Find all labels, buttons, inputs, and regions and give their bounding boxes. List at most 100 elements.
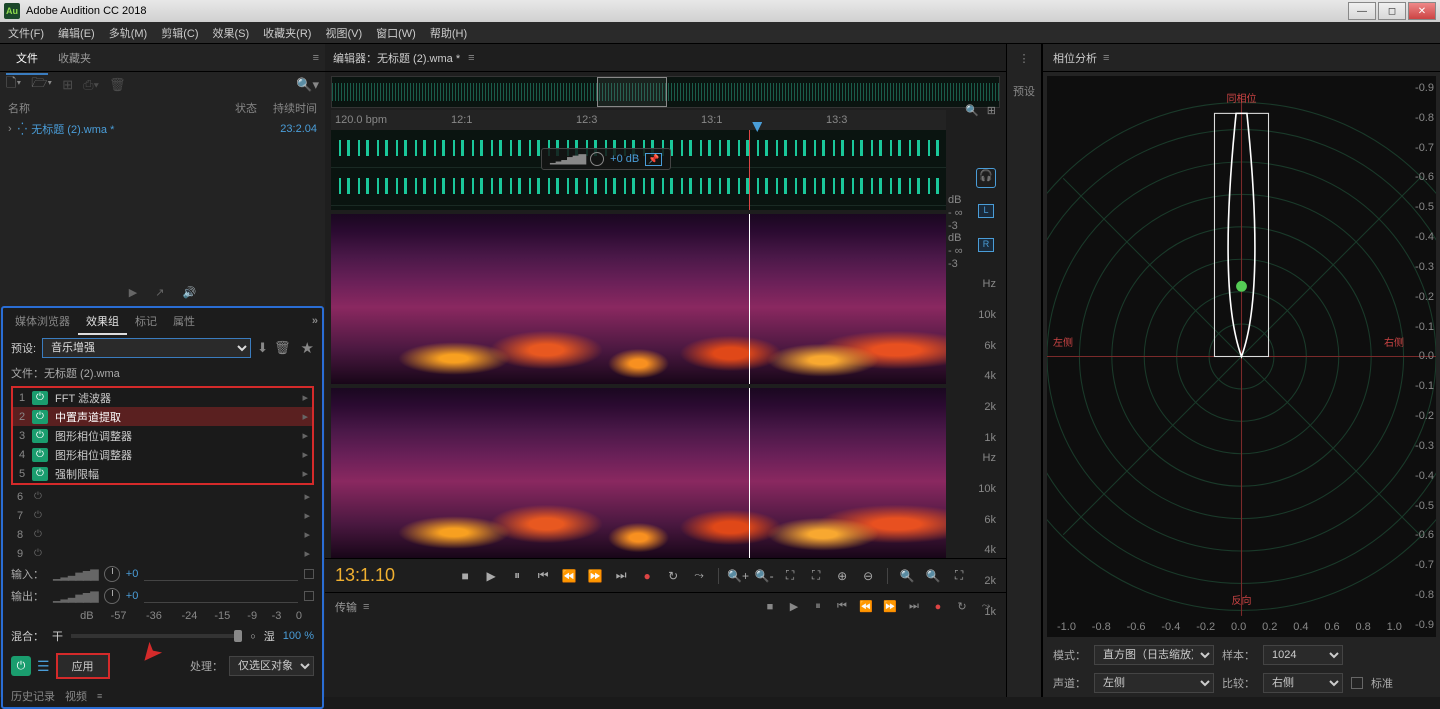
rewind-button[interactable]: ⏪	[558, 566, 580, 586]
fx-slot[interactable]: 5⏻强制限幅▸	[13, 464, 312, 483]
mode-select[interactable]: 直方图（日志缩放）	[1094, 645, 1214, 665]
minimize-button[interactable]: —	[1348, 2, 1376, 20]
zoom-out-point-icon[interactable]: ⊖	[857, 566, 879, 586]
menu-multitrack[interactable]: 多轨(M)	[109, 25, 148, 41]
strip-preset-label[interactable]: 预设	[1013, 83, 1035, 99]
skip-back-button[interactable]: ⏮	[532, 566, 554, 586]
power-icon[interactable]: ⏻	[30, 490, 46, 504]
output-value[interactable]: +0	[126, 590, 139, 602]
multitrack-icon[interactable]: ⊞	[62, 77, 73, 93]
col-name[interactable]: 名称	[8, 100, 197, 116]
close-button[interactable]: ✕	[1408, 2, 1436, 20]
standard-checkbox[interactable]	[1351, 677, 1363, 689]
menu-window[interactable]: 窗口(W)	[376, 25, 416, 41]
power-icon[interactable]: ⏻	[30, 547, 46, 561]
power-icon[interactable]: ⏻	[32, 429, 48, 443]
tab-favorites[interactable]: 收藏夹	[48, 46, 101, 70]
rack-list-icon[interactable]: ☰	[37, 658, 50, 675]
pin-icon[interactable]: 📌	[645, 153, 662, 166]
menu-clip[interactable]: 剪辑(C)	[161, 25, 198, 41]
zoom-v-out-icon[interactable]: 🔍	[922, 566, 944, 586]
col-duration[interactable]: 持续时间	[257, 100, 317, 116]
zoom-in-point-icon[interactable]: ⊕	[831, 566, 853, 586]
fx-slot-empty[interactable]: 7⏻▸	[11, 506, 314, 525]
timeline-ruler[interactable]: 120.0 bpm 12:1 12:3 13:1 13:3	[331, 110, 946, 130]
fx-slot-empty[interactable]: 9⏻▸	[11, 544, 314, 563]
forward-button[interactable]: ⏩	[584, 566, 606, 586]
delete-preset-icon[interactable]: 🗑	[274, 340, 291, 356]
zoom-tool-icon[interactable]: 🔍	[965, 104, 979, 117]
t-fwd[interactable]: ⏭	[904, 598, 924, 616]
t-ff[interactable]: ⏩	[880, 598, 900, 616]
menu-favorites[interactable]: 收藏夹(R)	[263, 25, 311, 41]
loop-icon[interactable]: 🔊	[182, 286, 196, 299]
stop-button[interactable]: ■	[454, 566, 476, 586]
clip-indicator[interactable]	[304, 569, 314, 579]
panel-menu-icon[interactable]: ≡	[313, 52, 319, 64]
volume-hud[interactable]: ▁▂▃▅▆▇ +0 dB 📌	[541, 148, 671, 170]
close-file-icon[interactable]: 🗑	[109, 77, 126, 93]
process-select[interactable]: 仅选区对象	[229, 656, 314, 676]
t-play[interactable]: ▶	[784, 598, 804, 616]
compare-select[interactable]: 右侧	[1263, 673, 1343, 693]
view-range-selector[interactable]	[597, 77, 667, 107]
menu-help[interactable]: 帮助(H)	[430, 25, 467, 41]
zoom-full-icon[interactable]: ⛶	[779, 566, 801, 586]
input-value[interactable]: +0	[126, 568, 139, 580]
fx-slot-empty[interactable]: 8⏻▸	[11, 525, 314, 544]
bpm-display[interactable]: 120.0 bpm	[335, 114, 387, 126]
power-icon[interactable]: ⏻	[32, 391, 48, 405]
right-channel-badge[interactable]: R	[978, 238, 994, 252]
menu-effects[interactable]: 效果(S)	[213, 25, 250, 41]
loop-button[interactable]: ↻	[662, 566, 684, 586]
zoom-out-icon[interactable]: 🔍-	[753, 566, 775, 586]
preset-select[interactable]: 音乐增强	[42, 338, 251, 358]
fx-slot[interactable]: 2⏻中置声道提取▸	[13, 407, 312, 426]
phase-menu-icon[interactable]: ≡	[1103, 52, 1109, 64]
export-icon[interactable]: ↗	[155, 286, 164, 299]
t-pause[interactable]: ⏸	[808, 598, 828, 616]
fx-slot[interactable]: 1⏻FFT 滤波器▸	[13, 388, 312, 407]
t-rw[interactable]: ⏪	[856, 598, 876, 616]
mix-slider[interactable]	[71, 634, 242, 638]
power-icon[interactable]: ⏻	[32, 410, 48, 424]
mix-percent[interactable]: 100 %	[283, 630, 314, 642]
view-toggle-icon[interactable]: ⊞	[987, 104, 996, 117]
play-button[interactable]: ▶	[480, 566, 502, 586]
waveform-display[interactable]: ▁▂▃▅▆▇ +0 dB 📌	[331, 130, 946, 210]
new-file-icon[interactable]: 🗋▾	[6, 74, 21, 96]
zoom-v-in-icon[interactable]: 🔍	[896, 566, 918, 586]
apply-button[interactable]: 应用	[56, 653, 110, 679]
search-icon[interactable]: 🔍▾	[296, 77, 319, 93]
editor-menu-icon[interactable]: ≡	[468, 52, 474, 64]
overview-waveform[interactable]	[331, 76, 1000, 108]
hud-db-value[interactable]: +0 dB	[610, 153, 639, 165]
sample-select[interactable]: 1024	[1263, 645, 1343, 665]
t-stop[interactable]: ■	[760, 598, 780, 616]
menu-edit[interactable]: 编辑(E)	[58, 25, 95, 41]
tab-files[interactable]: 文件	[6, 46, 48, 70]
file-row[interactable]: › ⁛ 无标题 (2).wma * 23:2.04	[0, 118, 325, 140]
col-status[interactable]: 状态	[197, 100, 257, 116]
hud-knob[interactable]	[590, 152, 604, 166]
open-file-icon[interactable]: 🗁▾	[31, 74, 52, 96]
clip-indicator[interactable]	[304, 591, 314, 601]
pause-button[interactable]: ⏸	[506, 566, 528, 586]
power-icon[interactable]: ⏻	[30, 509, 46, 523]
tab-effects-rack[interactable]: 效果组	[78, 309, 127, 333]
strip-menu-icon[interactable]: ⋮	[1019, 52, 1030, 65]
headphone-icon[interactable]: 🎧	[976, 168, 996, 188]
tab-media-browser[interactable]: 媒体浏览器	[7, 309, 78, 333]
timecode[interactable]: 13:1.10	[335, 565, 435, 586]
t-rec[interactable]: ●	[928, 598, 948, 616]
channel-select[interactable]: 左侧	[1094, 673, 1214, 693]
t-back[interactable]: ⏮	[832, 598, 852, 616]
maximize-button[interactable]: ◻	[1378, 2, 1406, 20]
tab-markers[interactable]: 标记	[127, 309, 165, 333]
zoom-in-icon[interactable]: 🔍+	[727, 566, 749, 586]
favorite-icon[interactable]: ★	[301, 339, 314, 357]
video-label[interactable]: 视频	[65, 688, 87, 704]
output-knob[interactable]	[104, 588, 120, 604]
play-icon[interactable]: ▶	[129, 286, 137, 299]
skip-fwd-button[interactable]: ⏭	[610, 566, 632, 586]
